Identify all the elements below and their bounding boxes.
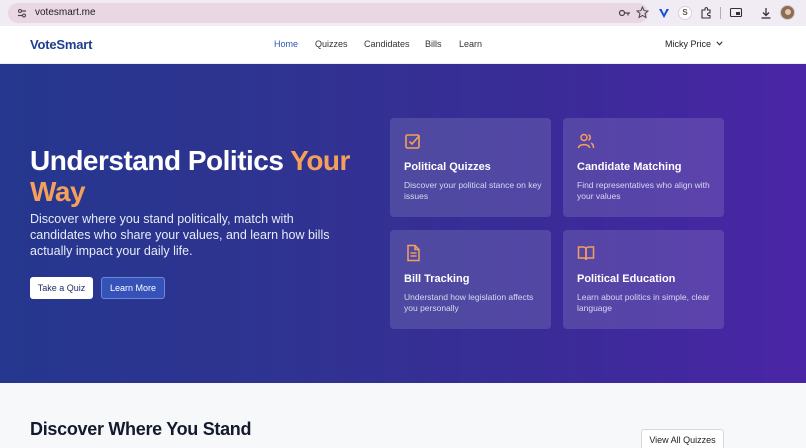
nav-link-quizzes[interactable]: Quizzes: [315, 39, 348, 49]
card-title: Political Education: [577, 273, 676, 285]
vpn-extension-icon[interactable]: [657, 6, 671, 20]
site-navbar: VoteSmart Home Quizzes Candidates Bills …: [0, 26, 806, 64]
download-icon[interactable]: [759, 6, 773, 20]
screen-share-icon[interactable]: [729, 6, 743, 20]
tune-icon[interactable]: [16, 7, 28, 19]
card-title: Candidate Matching: [577, 161, 682, 173]
url-text[interactable]: votesmart.me: [35, 6, 96, 20]
star-icon[interactable]: [636, 6, 649, 19]
document-icon: [407, 244, 420, 262]
feature-card-bills[interactable]: Bill Tracking Understand how legislation…: [390, 230, 551, 329]
browser-toolbar: votesmart.me S: [0, 0, 806, 26]
users-icon: [577, 133, 595, 149]
profile-avatar[interactable]: [780, 5, 795, 20]
hero-subtitle: Discover where you stand politically, ma…: [30, 212, 330, 258]
learn-more-button[interactable]: Learn More: [101, 277, 165, 299]
feature-card-candidates[interactable]: Candidate Matching Find representatives …: [563, 118, 724, 217]
card-title: Political Quizzes: [404, 161, 491, 173]
address-bar[interactable]: votesmart.me: [8, 3, 649, 23]
user-menu[interactable]: Micky Price: [665, 39, 711, 49]
book-icon: [577, 246, 595, 261]
puzzle-icon[interactable]: [699, 6, 713, 20]
checkbox-icon: [405, 134, 421, 149]
toolbar-divider: [720, 7, 721, 19]
nav-link-bills[interactable]: Bills: [425, 39, 442, 49]
hero-title-main: Understand Politics: [30, 145, 291, 176]
password-key-icon[interactable]: [618, 7, 631, 19]
chevron-down-icon[interactable]: [716, 41, 723, 46]
card-title: Bill Tracking: [404, 273, 470, 285]
card-description: Understand how legislation affects you p…: [404, 292, 534, 313]
card-description: Learn about politics in simple, clear la…: [577, 292, 710, 313]
hero-title: Understand Politics Your Way: [30, 145, 375, 207]
card-description: Find representatives who align with your…: [577, 180, 710, 201]
card-description: Discover your political stance on key is…: [404, 180, 542, 201]
nav-link-candidates[interactable]: Candidates: [364, 39, 410, 49]
s-extension-icon[interactable]: S: [678, 6, 692, 20]
nav-link-learn[interactable]: Learn: [459, 39, 482, 49]
brand-logo[interactable]: VoteSmart: [30, 37, 92, 52]
view-all-quizzes-button[interactable]: View All Quizzes: [641, 429, 724, 448]
quizzes-section: Discover Where You Stand View All Quizze…: [0, 383, 806, 448]
nav-link-home[interactable]: Home: [274, 39, 298, 49]
section-title: Discover Where You Stand: [30, 419, 252, 439]
hero-section: Understand Politics Your Way Discover wh…: [0, 64, 806, 383]
feature-card-education[interactable]: Political Education Learn about politics…: [563, 230, 724, 329]
take-quiz-button[interactable]: Take a Quiz: [30, 277, 93, 299]
feature-card-quizzes[interactable]: Political Quizzes Discover your politica…: [390, 118, 551, 217]
